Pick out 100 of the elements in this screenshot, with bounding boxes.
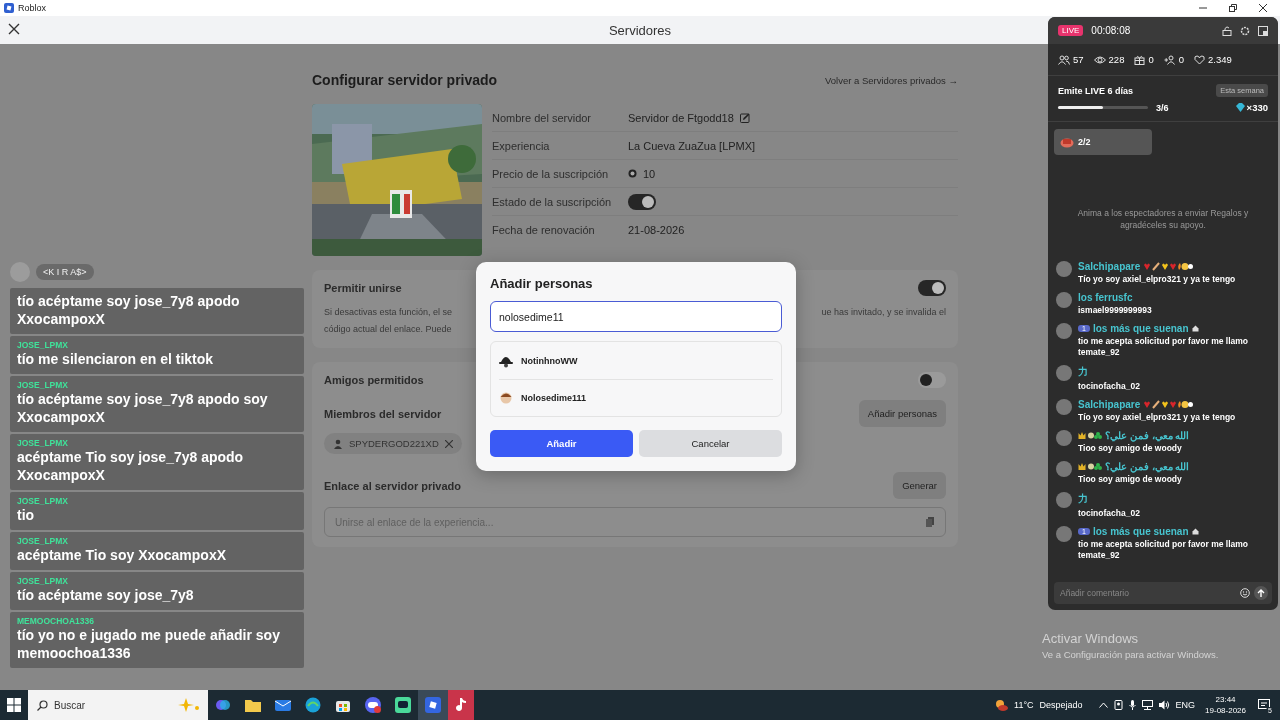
chat-text: tío acéptame soy jose_7y8 apodo XxocampoxX <box>17 292 241 328</box>
gem-icon <box>1235 103 1245 112</box>
volume-icon[interactable] <box>1158 700 1170 710</box>
swirl-icon <box>215 697 231 713</box>
activation-title: Activar Windows <box>1042 631 1140 646</box>
house-icon <box>1191 325 1199 332</box>
avatar <box>1056 430 1072 446</box>
people-icon <box>1058 54 1070 65</box>
chat-text: tio <box>17 506 36 524</box>
comment-text: tocinofacha_02 <box>1078 508 1140 519</box>
cancel-button[interactable]: Cancelar <box>639 430 782 457</box>
toggle-switch[interactable] <box>918 372 946 388</box>
username: los ferrusfc <box>1078 292 1133 303</box>
close-icon <box>1259 4 1267 12</box>
detail-label: Precio de la suscripción <box>492 167 610 180</box>
description-text: código actual del enlace. Puede <box>324 323 453 336</box>
avatar <box>1056 461 1072 477</box>
emoji-icon[interactable] <box>1240 588 1250 598</box>
notification-icon[interactable] <box>1258 699 1270 711</box>
result-item[interactable]: NotinhnoWW <box>499 342 773 379</box>
browser-icon <box>305 697 321 713</box>
crown-drawing <box>1078 431 1102 440</box>
close-button[interactable] <box>6 21 22 37</box>
music-note-icon <box>455 698 467 712</box>
chat-username: JOSE_LPMX <box>17 496 70 506</box>
search-field[interactable]: nolosedime11 <box>490 301 782 332</box>
avatar <box>1056 261 1072 277</box>
clock-date: 19-08-2026 <box>1205 705 1246 716</box>
add-people-button[interactable]: Añadir personas <box>858 400 946 427</box>
chat-username: JOSE_LPMX <box>17 536 70 546</box>
game-controller-icon <box>365 697 381 713</box>
taskbar-app[interactable] <box>418 690 448 720</box>
reward-count: ×330 <box>1246 102 1268 113</box>
gift-icon <box>1134 54 1146 65</box>
avatar <box>1056 365 1072 381</box>
settings-icon[interactable] <box>1240 25 1250 36</box>
person-icon <box>333 438 343 449</box>
toggle-switch[interactable] <box>628 193 656 210</box>
search-field[interactable]: Buscar <box>28 690 208 720</box>
comment-field[interactable]: Añadir comentario <box>1054 582 1272 604</box>
sparkle-icon <box>178 698 200 712</box>
house-icon <box>1191 528 1199 535</box>
square-icon <box>425 697 441 713</box>
chat-username: JOSE_LPMX <box>17 340 70 350</box>
minimize-window-icon[interactable] <box>1258 25 1268 36</box>
detail-label: Nombre del servidor <box>492 111 593 124</box>
chat-text: acéptame Tio soy jose_7y8 apodo XxocampoxX <box>17 448 245 484</box>
close-icon <box>8 23 20 35</box>
copy-icon[interactable] <box>926 517 934 527</box>
stat-value: 57 <box>1073 54 1084 65</box>
emoji-drawing <box>1143 262 1194 271</box>
comment-text: ismael9999999993 <box>1078 305 1152 316</box>
setting-label: Permitir unirse <box>324 282 402 294</box>
clock-time: 23:44 <box>1215 694 1236 705</box>
setting-label: Enlace al servidor privado <box>324 479 461 492</box>
chat-username: JOSE_LPMX <box>17 380 70 390</box>
stat-value: 2.349 <box>1208 54 1232 65</box>
activation-text: Ve a Configuración para activar Windows. <box>1042 649 1219 660</box>
add-button[interactable]: Añadir <box>490 430 633 457</box>
language-indicator[interactable]: ENG <box>1175 700 1196 710</box>
arrow-up-icon <box>1257 589 1265 597</box>
chevron-up-icon[interactable] <box>1098 702 1108 708</box>
setting-label: Miembros del servidor <box>324 407 442 420</box>
username: 力 <box>1078 492 1088 506</box>
detail-value: La Cueva ZuaZua [LPMX] <box>628 139 756 152</box>
add-person-icon <box>1163 54 1176 65</box>
detail-value: 10 <box>643 167 656 180</box>
comment-text: tocinofacha_02 <box>1078 381 1140 392</box>
lock-icon[interactable] <box>1222 25 1232 36</box>
edit-icon[interactable] <box>739 112 750 123</box>
minimize-icon <box>1199 4 1207 12</box>
remove-button[interactable] <box>444 439 453 448</box>
microphone-icon[interactable] <box>1128 700 1136 710</box>
member-name: SPYDERGOD221XD <box>349 438 439 449</box>
comment-text: Tioo soy amigo de woody <box>1078 474 1183 485</box>
avatar <box>1056 492 1072 508</box>
gift-card[interactable]: 2/2 <box>1054 129 1152 155</box>
page-title: Servidores <box>608 22 672 38</box>
chat-username: JOSE_LPMX <box>17 438 70 448</box>
gift-count: 2/2 <box>1078 137 1091 147</box>
windows-icon <box>7 698 21 712</box>
emoji-drawing <box>1143 400 1194 409</box>
generate-button[interactable]: Generar <box>893 472 946 499</box>
network-icon[interactable] <box>1141 700 1153 710</box>
window-title: Roblox <box>18 3 46 13</box>
description-text: ue has invitado, y se invalida el <box>821 306 946 319</box>
detail-label: Fecha de renovación <box>492 223 596 236</box>
app-icon <box>4 3 14 13</box>
mail-icon <box>275 698 291 712</box>
detail-label: Estado de la suscripción <box>492 195 613 208</box>
back-link[interactable]: Volver a Servidores privados → <box>824 74 958 86</box>
comment-text: Tío yo soy axiel_elpro321 y ya te tengo <box>1078 412 1236 423</box>
result-item[interactable]: Nolosedime111 <box>499 379 773 416</box>
chat-text: tío me silenciaron en el tiktok <box>17 350 215 368</box>
weather-icon <box>994 698 1009 712</box>
toggle-switch[interactable] <box>918 280 946 296</box>
username: Salchipapare <box>1078 399 1141 410</box>
chat-text: tío yo no e jugado me puede añadir soy memoochoa1336 <box>17 626 281 662</box>
camera-icon[interactable] <box>1113 700 1123 710</box>
dialog-title: Añadir personas <box>490 276 594 291</box>
